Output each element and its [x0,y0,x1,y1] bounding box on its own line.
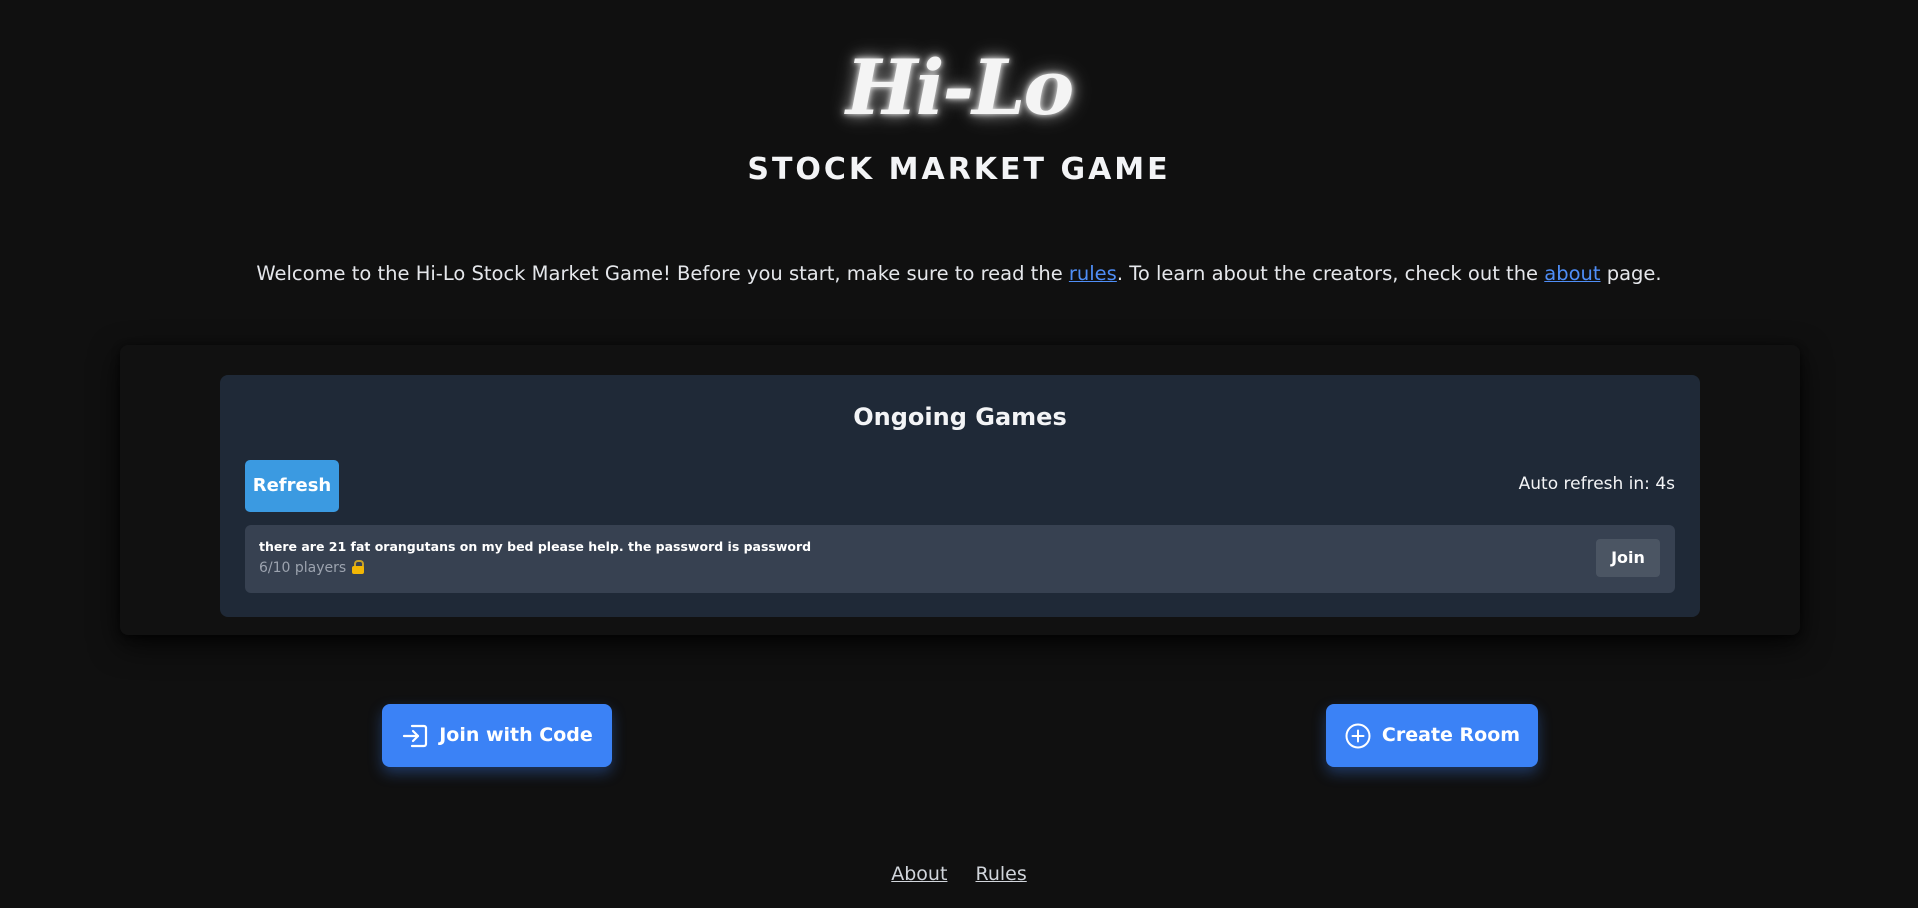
game-list-item: there are 21 fat orangutans on my bed pl… [245,525,1675,593]
page: Hi-Lo STOCK MARKET GAME Welcome to the H… [0,0,1918,908]
create-room-button[interactable]: Create Room [1326,704,1538,767]
create-room-label: Create Room [1381,724,1521,746]
join-with-code-button[interactable]: Join with Code [382,704,612,767]
refresh-button[interactable]: Refresh [245,460,339,512]
login-icon [401,723,429,749]
welcome-text-middle: . To learn about the creators, check out… [1116,262,1545,285]
lock-icon [352,560,365,574]
ongoing-games-panel: Ongoing Games Refresh Auto refresh in: 4… [220,375,1700,617]
plus-circle-icon [1344,722,1372,750]
game-player-count: 6/10 players [259,560,347,576]
welcome-text-end: page. [1600,262,1662,285]
rules-link[interactable]: rules [1069,262,1117,285]
join-with-code-label: Join with Code [439,724,593,746]
app-subtitle: STOCK MARKET GAME [747,152,1171,187]
footer-rules-link[interactable]: Rules [975,863,1026,885]
welcome-text-start: Welcome to the Hi-Lo Stock Market Game! … [256,262,1069,285]
footer: About Rules [0,861,1918,887]
welcome-text: Welcome to the Hi-Lo Stock Market Game! … [0,259,1918,289]
ongoing-games-title: Ongoing Games [853,403,1067,431]
footer-about-link[interactable]: About [891,863,947,885]
about-link[interactable]: about [1544,262,1600,285]
game-room-name: there are 21 fat orangutans on my bed pl… [259,539,812,554]
app-logo: Hi-Lo [845,43,1074,132]
game-room-meta: 6/10 players [259,558,365,578]
join-game-button[interactable]: Join [1596,539,1660,577]
auto-refresh-countdown: Auto refresh in: 4s [1518,474,1675,494]
